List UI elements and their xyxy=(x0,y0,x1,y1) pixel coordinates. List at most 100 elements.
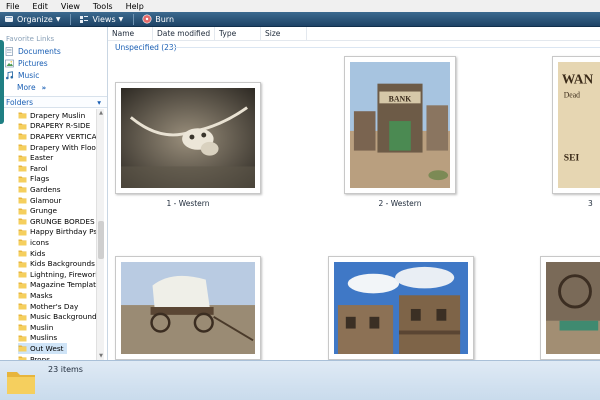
folder-label: Out West xyxy=(30,343,64,353)
folder-label: Mother's Day xyxy=(30,301,79,311)
folder-item[interactable]: Drapery With Floor xyxy=(18,142,96,153)
thumbnail-western-town[interactable] xyxy=(328,256,474,360)
folder-item[interactable]: Happy Birthday Psd xyxy=(18,227,96,238)
folder-label: Muslins xyxy=(30,333,58,343)
folder-item[interactable]: DRAPERY VERTICAL xyxy=(18,131,96,142)
command-bar: Organize ▼ Views ▼ Burn xyxy=(0,12,600,27)
thumbnail-cow-skull[interactable] xyxy=(115,82,261,194)
thumbnail-old-bank[interactable]: BANK xyxy=(344,56,456,194)
favorite-pictures[interactable]: Pictures xyxy=(5,59,48,68)
folder-icon xyxy=(18,292,27,299)
folder-icon xyxy=(18,250,27,257)
folder-icon xyxy=(18,335,27,342)
group-divider xyxy=(170,47,600,48)
favorite-music[interactable]: Music xyxy=(5,71,39,80)
folder-item[interactable]: Farol xyxy=(18,163,47,174)
chevron-down-icon: ▼ xyxy=(55,15,61,23)
thumbnail-caption: 3 xyxy=(588,199,593,208)
favorite-documents[interactable]: Documents xyxy=(5,47,61,56)
folder-icon xyxy=(7,372,35,394)
wanted-text: WAN xyxy=(562,72,594,87)
folder-label: Flags xyxy=(30,174,50,184)
folder-icon xyxy=(18,303,27,310)
more-link[interactable]: More» xyxy=(17,83,46,92)
folder-icon xyxy=(18,271,27,278)
folder-label: Happy Birthday Psd xyxy=(30,227,96,237)
folder-item[interactable]: Lightning, Fireworks, xyxy=(18,269,96,280)
disc-icon xyxy=(142,14,152,24)
folder-icon xyxy=(18,186,27,193)
folder-item[interactable]: Easter xyxy=(18,152,53,163)
wanted-poster-image: WAN Dead SEI xyxy=(558,62,600,188)
menu-edit[interactable]: Edit xyxy=(32,2,48,11)
thumbnail-caption: 2 - Western xyxy=(378,199,422,208)
folder-label: Drapery Muslin xyxy=(30,110,86,120)
folder-icon xyxy=(18,176,27,183)
column-type[interactable]: Type xyxy=(215,26,261,41)
folder-item[interactable]: Flags xyxy=(18,174,49,185)
folder-icon xyxy=(18,239,27,246)
folder-item[interactable]: Gardens xyxy=(18,184,61,195)
folder-label: Kids xyxy=(30,248,46,258)
folder-item[interactable]: Out West xyxy=(18,343,67,354)
folder-icon xyxy=(18,112,27,119)
column-name[interactable]: Name xyxy=(108,26,153,41)
organize-button[interactable]: Organize ▼ xyxy=(4,14,60,24)
old-bank-image: BANK xyxy=(350,62,450,188)
folder-label: Music Backgrounds xyxy=(30,312,96,322)
scroll-down-icon[interactable]: ▼ xyxy=(97,353,105,359)
menu-help[interactable]: Help xyxy=(126,2,144,11)
folder-label: DRAPERY VERTICAL xyxy=(30,131,96,141)
item-count: 23 items xyxy=(48,365,83,374)
folder-tree-scrollbar[interactable]: ▲ ▼ xyxy=(96,109,104,360)
menu-bar: File Edit View Tools Help xyxy=(0,0,600,12)
folder-icon xyxy=(18,197,27,204)
cow-skull-image xyxy=(121,88,255,188)
thumbnail-caption: 1 - Western xyxy=(166,199,210,208)
group-header[interactable]: Unspecified (23) xyxy=(115,43,177,52)
folder-item[interactable]: Music Backgrounds xyxy=(18,311,96,322)
column-date-modified[interactable]: Date modified xyxy=(153,26,215,41)
folder-label: Farol xyxy=(30,163,48,173)
folder-item[interactable]: GRUNGE BORDES xyxy=(18,216,95,227)
menu-file[interactable]: File xyxy=(6,2,19,11)
menu-tools[interactable]: Tools xyxy=(93,2,113,11)
scroll-up-icon[interactable]: ▲ xyxy=(97,110,105,116)
thumbnail-covered-wagon[interactable] xyxy=(115,256,261,360)
double-chevron-icon: » xyxy=(41,84,47,92)
views-button[interactable]: Views ▼ xyxy=(79,14,123,24)
folder-item[interactable]: Muslin xyxy=(18,322,53,333)
dead-text: Dead xyxy=(564,90,580,99)
folder-item[interactable]: DRAPERY R-SIDE xyxy=(18,121,90,132)
folder-item[interactable]: Kids xyxy=(18,248,45,259)
western-town-image xyxy=(334,262,468,354)
folder-label: Lightning, Fireworks, xyxy=(30,269,96,279)
folder-label: Drapery With Floor xyxy=(30,142,96,152)
favorite-links-title: Favorite Links xyxy=(6,35,55,43)
folder-icon xyxy=(18,218,27,225)
scrollbar-thumb[interactable] xyxy=(98,221,104,259)
folder-item[interactable]: Mother's Day xyxy=(18,301,78,312)
folders-header[interactable]: Folders ▾ xyxy=(0,96,107,108)
folder-label: Glamour xyxy=(30,195,62,205)
folder-item[interactable]: Muslins xyxy=(18,333,57,344)
thumbnail-wagon-wheel[interactable] xyxy=(540,256,600,360)
folder-icon xyxy=(18,123,27,130)
folder-item[interactable]: icons xyxy=(18,237,49,248)
burn-button[interactable]: Burn xyxy=(142,14,174,24)
wagon-wheel-image xyxy=(546,262,600,354)
toolbar-divider xyxy=(133,13,135,25)
details-pane: 23 items xyxy=(0,360,600,400)
folder-item[interactable]: Masks xyxy=(18,290,53,301)
folder-item[interactable]: Grunge xyxy=(18,205,57,216)
menu-view[interactable]: View xyxy=(61,2,80,11)
folder-icon xyxy=(18,133,27,140)
column-size[interactable]: Size xyxy=(261,26,307,41)
folder-item[interactable]: Magazine Templates xyxy=(18,280,96,291)
folder-item[interactable]: Drapery Muslin xyxy=(18,110,85,121)
folder-icon xyxy=(18,345,27,352)
folder-item[interactable]: Glamour xyxy=(18,195,61,206)
window-edge-accent xyxy=(0,40,4,124)
thumbnail-wanted-poster[interactable]: WAN Dead SEI xyxy=(552,56,600,194)
folder-item[interactable]: Kids Backgrounds xyxy=(18,258,95,269)
